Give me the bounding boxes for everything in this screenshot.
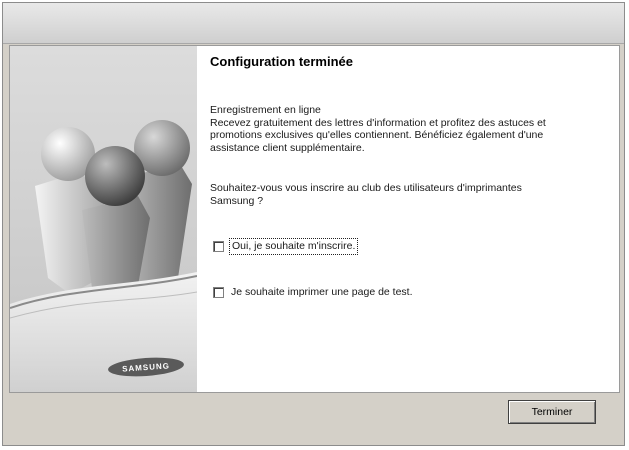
title-bar[interactable] — [3, 3, 624, 44]
sidebar-artwork: SAMSUNG — [10, 46, 197, 392]
test-page-checkbox[interactable] — [213, 286, 224, 298]
signup-checkbox-label[interactable]: Oui, je souhaite m'inscrire. — [228, 238, 359, 255]
signup-checkbox-row[interactable]: Oui, je souhaite m'inscrire. — [213, 238, 359, 255]
intro-line: assistance client supplémentaire. — [210, 141, 365, 154]
signup-checkbox[interactable] — [213, 240, 224, 252]
intro-line: Recevez gratuitement des lettres d'infor… — [210, 116, 546, 129]
intro-line: Enregistrement en ligne — [210, 104, 321, 116]
test-page-checkbox-row[interactable]: Je souhaite imprimer une page de test. — [213, 286, 413, 299]
signup-question-text: Souhaitez-vous vous inscrire au club des… — [210, 182, 605, 207]
page-title: Configuration terminée — [210, 54, 354, 69]
finish-button[interactable]: Terminer — [508, 400, 596, 424]
question-line: Souhaitez-vous vous inscrire au club des… — [210, 182, 522, 194]
test-page-checkbox-label[interactable]: Je souhaite imprimer une page de test. — [231, 286, 413, 299]
main-panel: Configuration terminée Enregistrement en… — [210, 46, 610, 386]
intro-line: promotions exclusives qu'elles contienne… — [210, 129, 544, 141]
question-line: Samsung ? — [210, 194, 264, 207]
online-registration-text: Enregistrement en ligne Recevez gratuite… — [210, 104, 605, 154]
setup-dialog-window: SAMSUNG Configuration terminée Enregistr… — [2, 2, 625, 446]
dialog-content-panel: SAMSUNG Configuration terminée Enregistr… — [9, 45, 620, 393]
users-spheres-illustration-icon — [10, 120, 197, 392]
